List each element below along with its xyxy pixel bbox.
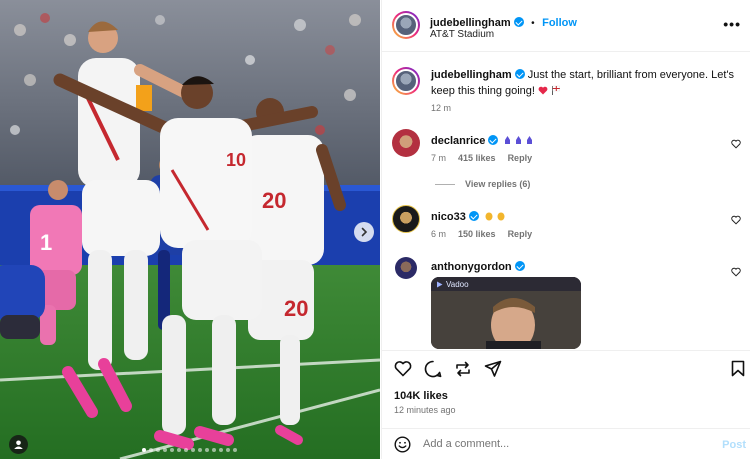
- jersey-number-keeper: 1: [40, 230, 52, 255]
- comment-meta: 6 m 150 likes Reply: [431, 229, 532, 239]
- carousel-dot: [205, 448, 209, 452]
- chevron-right-icon: [361, 227, 368, 237]
- play-icon: [437, 281, 443, 288]
- shorts-number-20: 20: [284, 296, 308, 321]
- comment-time: 6 m: [431, 229, 447, 239]
- commenter-avatar[interactable]: [392, 129, 420, 157]
- carousel-dot: [219, 448, 223, 452]
- comment-username[interactable]: declanrice: [431, 135, 485, 147]
- comment-bubble-icon[interactable]: [424, 360, 442, 378]
- comment-text-block: anthonygordon: [431, 259, 525, 275]
- jersey-number-10: 10: [226, 150, 246, 170]
- post-photo: 1 20 20 10: [0, 0, 380, 459]
- emoji-picker-icon[interactable]: [394, 436, 411, 453]
- view-replies-button[interactable]: View replies (6): [435, 179, 530, 189]
- post-time-ago[interactable]: 12 minutes ago: [394, 405, 456, 415]
- verified-badge-icon: [513, 17, 524, 27]
- england-flag-icon: [552, 85, 561, 95]
- carousel-dot: [156, 448, 160, 452]
- carousel-dot: [170, 448, 174, 452]
- like-count[interactable]: 104K likes: [394, 390, 448, 402]
- red-heart-icon: [538, 86, 548, 95]
- comment-username[interactable]: anthonygordon: [431, 261, 512, 273]
- like-comment-heart-icon[interactable]: [731, 139, 741, 149]
- comment-text-block: declanrice: [431, 133, 533, 149]
- carousel-dot: [177, 448, 181, 452]
- carousel-dot: [149, 448, 153, 452]
- comment-item: anthonygordon Vadoo: [382, 257, 750, 349]
- separator-dot: •: [531, 18, 535, 29]
- carousel-dot: [184, 448, 188, 452]
- comments-list[interactable]: judebellingham Just the start, brilliant…: [382, 53, 750, 349]
- comment-username[interactable]: nico33: [431, 211, 466, 223]
- like-heart-icon[interactable]: [394, 360, 412, 377]
- caption-text-block: judebellingham Just the start, brilliant…: [431, 67, 741, 99]
- carousel-dot: [142, 448, 146, 452]
- author-username[interactable]: judebellingham: [430, 17, 511, 29]
- commenter-avatar[interactable]: [392, 205, 420, 233]
- post-comment-button[interactable]: Post: [722, 439, 746, 451]
- user-tag-icon: [14, 440, 23, 449]
- reply-button[interactable]: Reply: [508, 229, 533, 239]
- like-comment-heart-icon[interactable]: [731, 215, 741, 225]
- post-actions: [382, 350, 750, 384]
- comment-likes[interactable]: 150 likes: [458, 229, 496, 239]
- commenter-avatar[interactable]: [395, 257, 417, 279]
- gif-source-label: Vadoo: [436, 280, 469, 289]
- gif-attachment[interactable]: Vadoo: [431, 277, 581, 349]
- verified-badge-icon: [488, 135, 499, 145]
- verified-badge-icon: [514, 69, 525, 79]
- caption-avatar[interactable]: [392, 67, 420, 95]
- next-photo-button[interactable]: [354, 222, 374, 242]
- carousel-dot: [212, 448, 216, 452]
- celebration-photo: 1 20 20 10: [0, 0, 380, 459]
- caption: judebellingham Just the start, brilliant…: [382, 67, 750, 117]
- view-replies-label: View replies (6): [465, 179, 531, 189]
- comment-composer: Post: [382, 428, 750, 459]
- carousel-dot: [163, 448, 167, 452]
- carousel-indicator: [142, 448, 237, 452]
- gif-source-text: Vadoo: [446, 280, 469, 289]
- clapping-hands-emoji-icon: [485, 212, 505, 221]
- comment-text-block: nico33: [431, 209, 508, 225]
- carousel-dot: [226, 448, 230, 452]
- carousel-dot: [198, 448, 202, 452]
- more-options-button[interactable]: •••: [723, 16, 741, 32]
- post-details-panel: judebellingham • Follow AT&T Stadium •••…: [381, 0, 750, 459]
- verified-badge-icon: [514, 261, 525, 271]
- more-icon: •••: [723, 16, 741, 32]
- share-send-icon[interactable]: [484, 360, 502, 378]
- follow-button[interactable]: Follow: [542, 17, 577, 29]
- like-comment-heart-icon[interactable]: [731, 267, 741, 277]
- author-avatar[interactable]: [392, 11, 420, 39]
- caption-username[interactable]: judebellingham: [431, 69, 512, 81]
- carousel-dot: [191, 448, 195, 452]
- post-header: judebellingham • Follow AT&T Stadium •••: [382, 0, 750, 52]
- comment-meta: 7 m 415 likes Reply: [431, 153, 532, 163]
- post-location[interactable]: AT&T Stadium: [430, 29, 494, 40]
- comment-likes[interactable]: 415 likes: [458, 153, 496, 163]
- repost-icon[interactable]: [454, 360, 472, 378]
- verified-badge-icon: [468, 211, 479, 221]
- comment-item: nico33 6 m 150 likes Reply: [382, 205, 750, 250]
- comment-time: 7 m: [431, 153, 447, 163]
- reply-button[interactable]: Reply: [508, 153, 533, 163]
- save-bookmark-icon[interactable]: [731, 360, 745, 377]
- caption-time: 12 m: [431, 103, 452, 113]
- replies-line: [435, 183, 455, 185]
- carousel-dot: [233, 448, 237, 452]
- tagged-users-button[interactable]: [9, 435, 28, 454]
- jersey-number-20: 20: [262, 188, 286, 213]
- lion-crest-emoji-icon: [505, 136, 533, 144]
- comment-input[interactable]: [423, 438, 693, 450]
